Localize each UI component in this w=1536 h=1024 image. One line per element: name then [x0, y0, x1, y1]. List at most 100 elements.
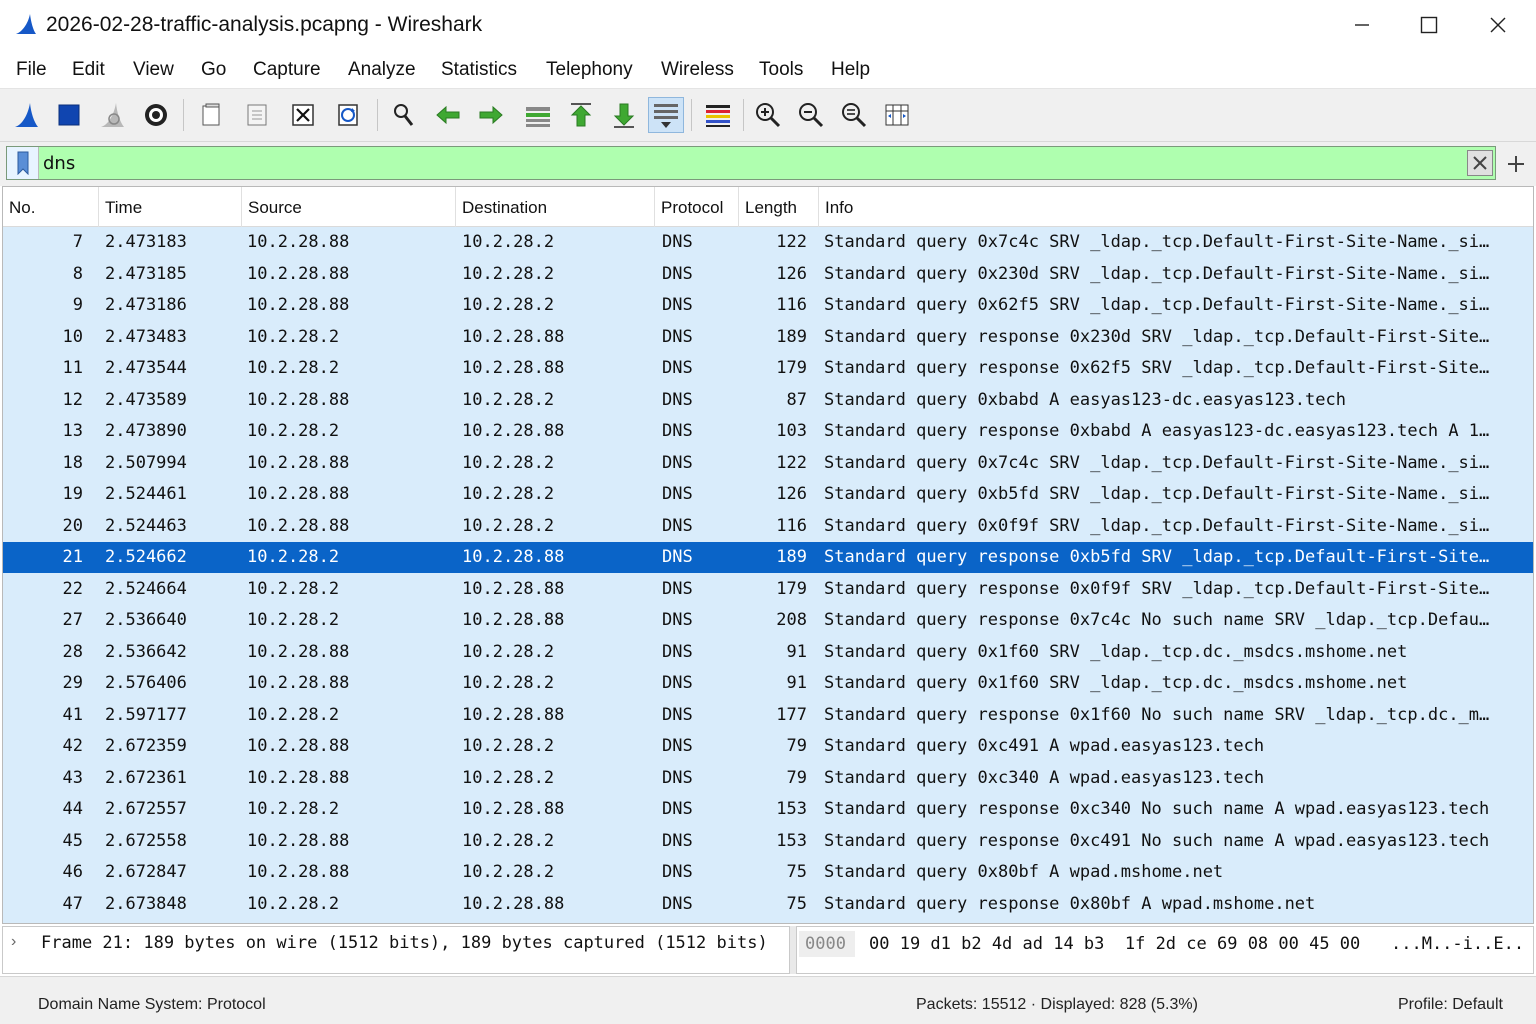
open-file-button[interactable]	[194, 97, 230, 133]
capture-options-button[interactable]	[138, 97, 174, 133]
frame-summary[interactable]: Frame 21: 189 bytes on wire (1512 bits),…	[41, 933, 768, 953]
menu-tools[interactable]: Tools	[759, 57, 803, 83]
close-file-button[interactable]	[285, 97, 321, 133]
packet-row[interactable]: 46 2.672847 10.2.28.88 10.2.28.2 DNS 75 Standa…	[3, 857, 1533, 888]
packet-destination: 10.2.28.88	[462, 358, 565, 378]
packet-row[interactable]: 7 2.473183 10.2.28.88 10.2.28.2 DNS 122 Standa…	[3, 227, 1533, 258]
go-to-packet-button[interactable]	[520, 97, 556, 133]
menu-go[interactable]: Go	[201, 57, 226, 83]
column-header-length[interactable]: Length	[739, 187, 819, 227]
packet-no: 18	[62, 452, 83, 473]
packet-row[interactable]: 28 2.536642 10.2.28.88 10.2.28.2 DNS 91 Standa…	[3, 637, 1533, 668]
menu-help[interactable]: Help	[831, 57, 870, 83]
menu-edit[interactable]: Edit	[72, 57, 105, 83]
status-profile[interactable]: Profile: Default	[1398, 996, 1503, 1014]
colorize-button[interactable]	[700, 97, 736, 133]
go-to-packet-icon	[526, 107, 550, 127]
close-window-button[interactable]	[1463, 0, 1533, 50]
packet-info: Standard query 0x230d SRV _ldap._tcp.Def…	[824, 263, 1490, 284]
resize-columns-button[interactable]	[879, 97, 915, 133]
packet-row[interactable]: 19 2.524461 10.2.28.88 10.2.28.2 DNS 126 Stand…	[3, 479, 1533, 510]
packet-info: Standard query response 0xbabd A easyas1…	[824, 421, 1490, 441]
minimize-icon	[1355, 24, 1369, 26]
packet-no: 47	[62, 893, 83, 914]
packet-row[interactable]: 11 2.473544 10.2.28.2 10.2.28.88 DNS 179 Stand…	[3, 353, 1533, 384]
stop-capture-button[interactable]	[51, 97, 87, 133]
auto-scroll-toggle[interactable]	[648, 97, 684, 133]
packet-length: 75	[786, 893, 807, 914]
packet-row[interactable]: 13 2.473890 10.2.28.2 10.2.28.88 DNS 103 Stand…	[3, 416, 1533, 447]
packet-row[interactable]: 8 2.473185 10.2.28.88 10.2.28.2 DNS 126 Standa…	[3, 259, 1533, 290]
packet-row-selected[interactable]: 21 2.524662 10.2.28.2 10.2.28.88 DNS 189 Stand…	[3, 542, 1533, 573]
packet-time: 2.473185	[105, 263, 187, 284]
packet-length: 153	[776, 799, 807, 819]
packet-no: 7	[72, 232, 83, 252]
restart-capture-button[interactable]	[94, 97, 130, 133]
save-file-button[interactable]	[239, 97, 275, 133]
packet-protocol: DNS	[662, 232, 693, 252]
packet-length: 189	[776, 326, 807, 347]
packet-info: Standard query response 0xb5fd SRV _ldap…	[824, 547, 1490, 567]
bytes-hex[interactable]: 00 19 d1 b2 4d ad 14 b3 1f 2d ce 69 08 0…	[869, 931, 1360, 957]
packet-info: Standard query 0x80bf A wpad.mshome.net	[824, 862, 1224, 882]
packet-row[interactable]: 43 2.672361 10.2.28.88 10.2.28.2 DNS 79 Standa…	[3, 763, 1533, 794]
normal-size-button[interactable]	[836, 97, 872, 133]
zoom-out-button[interactable]	[793, 97, 829, 133]
find-packet-button[interactable]	[386, 97, 422, 133]
column-header-no[interactable]: No.	[3, 187, 99, 227]
packet-row[interactable]: 12 2.473589 10.2.28.88 10.2.28.2 DNS 87 Standa…	[3, 385, 1533, 416]
packet-length: 87	[786, 389, 807, 410]
filter-bookmark-button[interactable]	[7, 147, 39, 179]
packet-info: Standard query 0xc491 A wpad.easyas123.t…	[824, 736, 1265, 756]
menu-telephony[interactable]: Telephony	[546, 57, 633, 83]
reload-file-button[interactable]	[330, 97, 366, 133]
column-header-info[interactable]: Info	[819, 187, 1533, 227]
packet-row[interactable]: 20 2.524463 10.2.28.88 10.2.28.2 DNS 116 Stand…	[3, 511, 1533, 542]
start-capture-button[interactable]	[8, 97, 44, 133]
go-forward-button[interactable]	[473, 97, 509, 133]
column-header-destination[interactable]: Destination	[456, 187, 655, 227]
packet-row[interactable]: 9 2.473186 10.2.28.88 10.2.28.2 DNS 116 Standa…	[3, 290, 1533, 321]
go-first-packet-button[interactable]	[563, 97, 599, 133]
display-filter-input[interactable]	[43, 147, 1463, 179]
packet-no: 29	[62, 673, 83, 693]
packet-source: 10.2.28.2	[247, 578, 340, 599]
packet-source: 10.2.28.88	[247, 484, 350, 504]
packet-time: 2.672847	[105, 862, 187, 882]
menu-wireless[interactable]: Wireless	[661, 57, 734, 83]
maximize-button[interactable]	[1394, 0, 1464, 50]
menu-view[interactable]: View	[133, 57, 174, 83]
packet-row[interactable]: 47 2.673848 10.2.28.2 10.2.28.88 DNS 75 Standa…	[3, 889, 1533, 920]
packet-destination: 10.2.28.88	[462, 547, 565, 567]
menu-capture[interactable]: Capture	[253, 57, 321, 83]
packet-row[interactable]: 27 2.536640 10.2.28.2 10.2.28.88 DNS 208 Stand…	[3, 605, 1533, 636]
packet-row[interactable]: 42 2.672359 10.2.28.88 10.2.28.2 DNS 79 Standa…	[3, 731, 1533, 762]
packet-destination: 10.2.28.2	[462, 673, 555, 693]
packet-length: 79	[786, 736, 807, 756]
add-filter-button[interactable]	[1502, 150, 1530, 178]
packet-no: 42	[62, 736, 83, 756]
packet-row[interactable]: 22 2.524664 10.2.28.2 10.2.28.88 DNS 179 Stand…	[3, 574, 1533, 605]
packet-destination: 10.2.28.88	[462, 326, 565, 347]
packet-destination: 10.2.28.88	[462, 578, 565, 599]
packet-row[interactable]: 10 2.473483 10.2.28.2 10.2.28.88 DNS 189 Stand…	[3, 322, 1533, 353]
packet-row[interactable]: 44 2.672557 10.2.28.2 10.2.28.88 DNS 153 Stand…	[3, 794, 1533, 825]
menu-statistics[interactable]: Statistics	[441, 57, 517, 83]
packet-row[interactable]: 45 2.672558 10.2.28.88 10.2.28.2 DNS 153 Stand…	[3, 826, 1533, 857]
minimize-button[interactable]	[1327, 0, 1397, 50]
clear-filter-button[interactable]	[1467, 150, 1493, 176]
go-back-button[interactable]	[430, 97, 466, 133]
zoom-in-button[interactable]	[750, 97, 786, 133]
bytes-ascii[interactable]: ...M..-i..E..	[1391, 931, 1524, 957]
column-header-time[interactable]: Time	[99, 187, 242, 227]
column-header-source[interactable]: Source	[242, 187, 456, 227]
go-last-packet-button[interactable]	[606, 97, 642, 133]
packet-row[interactable]: 29 2.576406 10.2.28.88 10.2.28.2 DNS 91 Standa…	[3, 668, 1533, 699]
expand-chevron-icon[interactable]: ›	[11, 933, 16, 951]
packet-no: 8	[72, 263, 83, 284]
packet-row[interactable]: 41 2.597177 10.2.28.2 10.2.28.88 DNS 177 Stand…	[3, 700, 1533, 731]
menu-analyze[interactable]: Analyze	[348, 57, 416, 83]
menu-file[interactable]: File	[16, 57, 47, 83]
packet-row[interactable]: 18 2.507994 10.2.28.88 10.2.28.2 DNS 122 Stand…	[3, 448, 1533, 479]
column-header-protocol[interactable]: Protocol	[655, 187, 739, 227]
